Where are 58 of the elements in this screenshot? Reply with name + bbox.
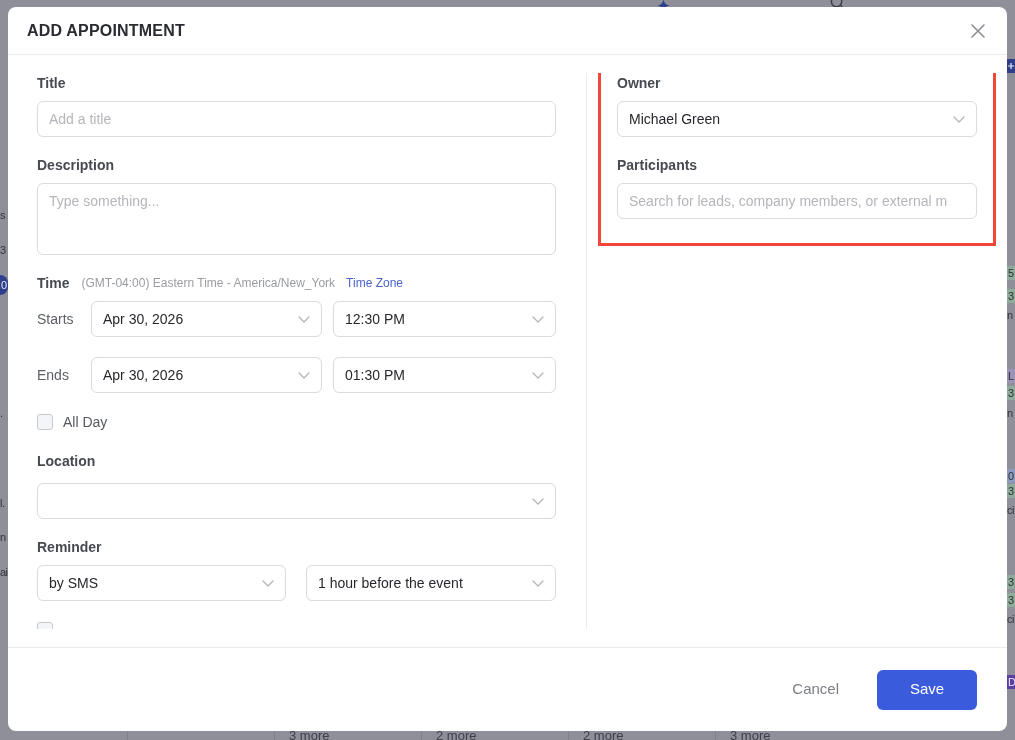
checkbox-label: All Day bbox=[63, 412, 108, 432]
time-select[interactable]: 01:30 PM bbox=[333, 357, 556, 393]
chevron-down-icon bbox=[532, 497, 544, 505]
event-tag: 3 bbox=[1007, 575, 1015, 589]
event-tag: L bbox=[1007, 369, 1015, 383]
date-select[interactable]: Apr 30, 2026 bbox=[91, 301, 322, 337]
chevron-down-icon bbox=[262, 579, 274, 587]
event-tag: 3 bbox=[1007, 289, 1015, 303]
calendar-text: ai bbox=[0, 565, 8, 579]
event-tag: 0 bbox=[1007, 469, 1015, 483]
close-icon bbox=[970, 22, 986, 39]
event-tag: D bbox=[1007, 675, 1015, 689]
chevron-down-icon bbox=[953, 115, 965, 123]
count-badge: 0 bbox=[0, 275, 8, 295]
field-label: Time bbox=[37, 274, 70, 293]
reminder-time-select[interactable]: 1 hour before the event bbox=[306, 565, 556, 601]
calendar-text: l. bbox=[0, 496, 5, 510]
field-label: Reminder bbox=[37, 538, 103, 557]
event-tag: 3 bbox=[1007, 386, 1015, 400]
field-label: Participants bbox=[617, 156, 699, 175]
field-label: Owner bbox=[617, 74, 662, 93]
field-label: Title bbox=[37, 74, 67, 93]
calendar-text: ci bbox=[1007, 612, 1015, 626]
save-button[interactable]: Save bbox=[877, 669, 977, 710]
calendar-text: . bbox=[0, 406, 3, 420]
all-day-checkbox[interactable] bbox=[37, 414, 53, 430]
owner-select[interactable]: Michael Green bbox=[617, 101, 977, 137]
title-field[interactable]: Add a title bbox=[37, 101, 556, 137]
description-field[interactable]: Type something... bbox=[37, 183, 556, 255]
date-select[interactable]: Apr 30, 2026 bbox=[91, 357, 322, 393]
timezone-text: (GMT-04:00) Eastern Time - America/New_York bbox=[81, 275, 336, 292]
row-label: Ends bbox=[37, 365, 70, 385]
reminder-method-select[interactable]: by SMS bbox=[37, 565, 286, 601]
event-tag: 3 bbox=[1007, 593, 1015, 607]
plus-icon bbox=[1008, 63, 1014, 69]
event-tag: 3 bbox=[1007, 484, 1015, 498]
calendar-text: n bbox=[1007, 308, 1014, 322]
dialog-title: ADD APPOINTMENT bbox=[27, 20, 185, 41]
calendar-text: 3 bbox=[0, 243, 6, 257]
field-label: Description bbox=[37, 156, 115, 175]
calendar-text: n bbox=[0, 530, 6, 544]
time-select[interactable]: 12:30 PM bbox=[333, 301, 556, 337]
cancel-button[interactable]: Cancel bbox=[776, 669, 855, 710]
time-zone-link[interactable]: Time Zone bbox=[346, 274, 403, 292]
close-button[interactable] bbox=[970, 22, 986, 39]
field-label: Location bbox=[37, 452, 97, 471]
participants-field[interactable]: Search for leads, company members, or external m bbox=[617, 183, 977, 219]
calendar-text: s bbox=[0, 208, 5, 222]
calendar-text: n bbox=[1007, 406, 1014, 420]
chevron-down-icon bbox=[532, 371, 544, 379]
calendar-text: ci bbox=[1007, 503, 1015, 517]
event-tag: 5 bbox=[1007, 266, 1015, 280]
chevron-down-icon bbox=[298, 371, 310, 379]
row-label: Starts bbox=[37, 309, 75, 329]
add-button[interactable] bbox=[1007, 59, 1015, 73]
chevron-down-icon bbox=[298, 315, 310, 323]
chevron-down-icon bbox=[532, 315, 544, 323]
chevron-down-icon bbox=[532, 579, 544, 587]
